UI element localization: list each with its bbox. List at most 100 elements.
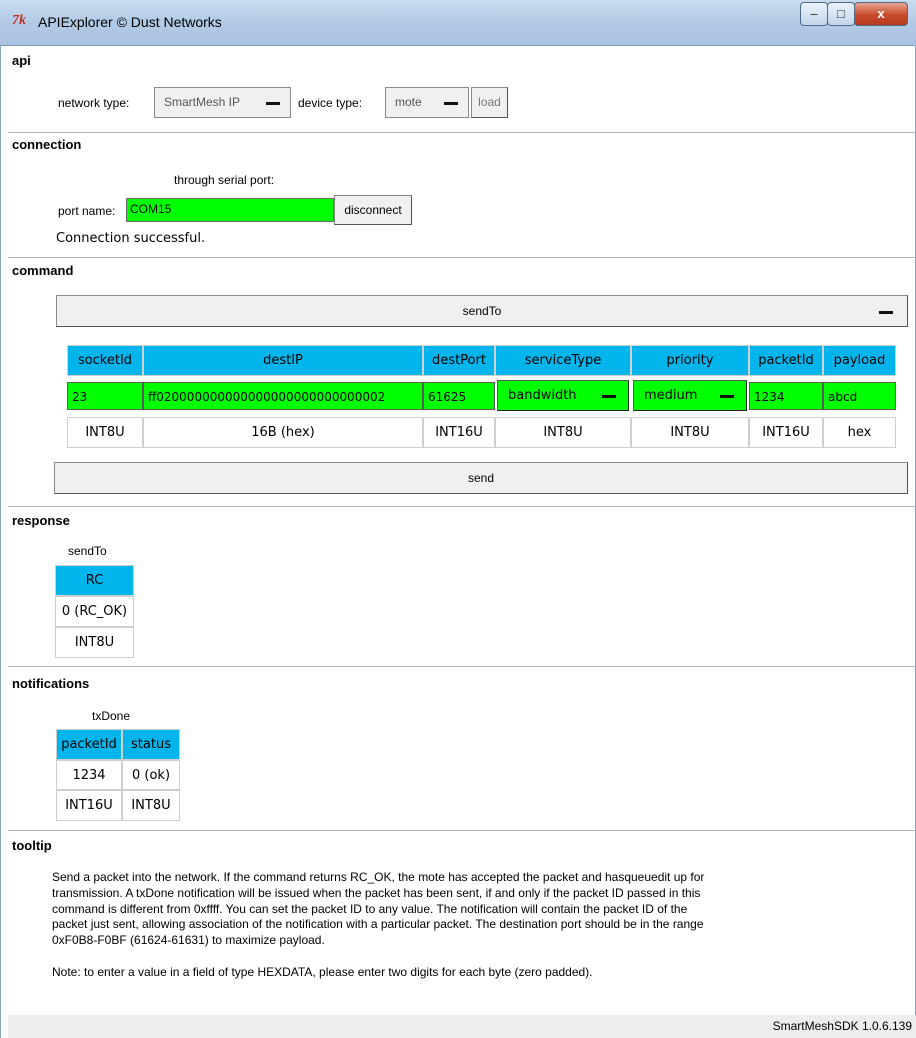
port-name-label: port name: <box>58 204 116 218</box>
network-type-value: SmartMesh IP <box>164 95 241 109</box>
load-button[interactable]: load <box>471 87 508 118</box>
minimize-icon: – <box>810 6 818 21</box>
command-heading: command <box>12 263 74 278</box>
field-type-payload-text: hex <box>847 425 872 440</box>
column-header-priority: priority <box>631 345 749 376</box>
response-type-RC: INT8U <box>55 627 134 658</box>
column-header-packetId: packetId <box>749 345 823 376</box>
field-type-serviceType-text: INT8U <box>543 425 583 440</box>
notification-type-packetId-text: INT16U <box>65 798 113 813</box>
socketId-input-text: 23 <box>72 390 88 404</box>
separator <box>8 257 916 258</box>
notification-value-status-text: 0 (ok) <box>131 768 171 783</box>
destIP-input[interactable]: ff020000000000000000000000000002 <box>143 382 423 410</box>
column-header-payload: payload <box>823 345 896 376</box>
response-value-RC-text: 0 (RC_OK) <box>61 604 128 619</box>
menu-indicator-icon <box>266 102 280 105</box>
network-type-menu[interactable]: SmartMesh IP <box>154 87 291 118</box>
maximize-icon: □ <box>837 6 845 21</box>
menu-indicator-icon <box>879 311 893 314</box>
serviceType-menu[interactable]: bandwidth <box>497 380 629 411</box>
port-name-input[interactable]: COM15 <box>126 198 334 222</box>
separator <box>8 132 916 133</box>
destIP-input-text: ff020000000000000000000000000002 <box>148 390 386 404</box>
column-header-priority-text: priority <box>666 353 714 368</box>
field-type-priority-text: INT8U <box>670 425 710 440</box>
tk-feather-icon: 7k <box>12 13 26 28</box>
tooltip-line: 0xF0B8-F0BF (61624-61631) to maximize pa… <box>52 933 325 948</box>
close-button[interactable]: x <box>854 2 908 26</box>
tooltip-line <box>52 949 897 965</box>
notification-type-packetId: INT16U <box>56 790 122 821</box>
column-header-serviceType: serviceType <box>495 345 631 376</box>
device-type-menu[interactable]: mote <box>385 87 469 118</box>
notification-value-packetId-text: 1234 <box>72 768 106 783</box>
connection-heading: connection <box>12 137 82 152</box>
field-type-destIP-text: 16B (hex) <box>251 425 315 440</box>
status-bar: SmartMeshSDK 1.0.6.139 <box>8 1015 916 1038</box>
packetId-input[interactable]: 1234 <box>749 382 823 410</box>
window-title: APIExplorer © Dust Networks <box>38 14 222 30</box>
destPort-input-text: 61625 <box>428 390 467 404</box>
notification-header-status: status <box>122 729 180 760</box>
device-type-value: mote <box>395 95 422 109</box>
menu-indicator-icon <box>602 395 616 398</box>
tooltip-line: Note: to enter a value in a field of typ… <box>52 964 593 979</box>
tooltip-line: Send a packet into the network. If the c… <box>52 870 705 884</box>
field-type-serviceType: INT8U <box>495 417 631 448</box>
notification-name: txDone <box>92 709 131 723</box>
payload-input[interactable]: abcd <box>823 382 896 410</box>
column-header-socketId-text: socketId <box>77 353 133 368</box>
field-type-packetId-text: INT16U <box>762 425 810 440</box>
column-header-serviceType-text: serviceType <box>524 353 602 368</box>
priority-menu[interactable]: medium <box>633 380 747 411</box>
tooltip-line: packet just sent, allowing association o… <box>52 917 704 932</box>
close-icon: x <box>877 6 885 21</box>
notification-header-status-text: status <box>131 737 171 752</box>
notification-header-packetId: packetId <box>56 729 122 760</box>
minimize-button[interactable]: – <box>800 2 828 26</box>
serial-port-subheading: through serial port: <box>174 173 275 187</box>
socketId-input[interactable]: 23 <box>67 382 143 410</box>
column-header-destIP-text: destIP <box>263 353 303 368</box>
notification-header-packetId-text: packetId <box>61 737 117 752</box>
notification-type-status: INT8U <box>122 790 180 821</box>
payload-input-text: abcd <box>828 390 858 404</box>
menu-indicator-icon <box>444 102 458 105</box>
disconnect-button[interactable]: disconnect <box>334 195 412 225</box>
connection-status: Connection successful. <box>56 231 206 246</box>
separator <box>8 666 916 667</box>
field-type-destPort: INT16U <box>423 417 495 448</box>
separator <box>8 506 916 507</box>
notifications-heading: notifications <box>12 676 90 691</box>
tooltip-line: transmission. A txDone notification will… <box>52 885 701 900</box>
menu-indicator-icon <box>720 395 734 398</box>
column-header-packetId-text: packetId <box>758 353 814 368</box>
column-header-destIP: destIP <box>143 345 423 376</box>
send-button[interactable]: send <box>54 462 908 494</box>
field-type-socketId: INT8U <box>67 417 143 448</box>
serviceType-menu-text: bandwidth <box>508 388 577 403</box>
tooltip-heading: tooltip <box>12 838 52 853</box>
maximize-button[interactable]: □ <box>827 2 855 26</box>
tooltip-text: Send a packet into the network. If the c… <box>52 870 897 981</box>
command-select-value: sendTo <box>462 304 502 318</box>
network-type-label: network type: <box>58 96 130 110</box>
separator <box>8 830 916 831</box>
response-value-RC: 0 (RC_OK) <box>55 596 134 627</box>
field-type-socketId-text: INT8U <box>85 425 125 440</box>
response-header-RC: RC <box>55 565 134 596</box>
tooltip-line: command is different from 0xffff. You ca… <box>52 901 688 916</box>
field-type-destIP: 16B (hex) <box>143 417 423 448</box>
packetId-input-text: 1234 <box>754 390 785 404</box>
column-header-socketId: socketId <box>67 345 143 376</box>
column-header-payload-text: payload <box>833 353 886 368</box>
api-heading: api <box>12 53 31 68</box>
title-bar: 7k APIExplorer © Dust Networks – □ x <box>0 0 916 46</box>
response-type-RC-text: INT8U <box>74 635 115 650</box>
field-type-payload: hex <box>823 417 896 448</box>
command-select-menu[interactable]: sendTo <box>56 295 908 327</box>
response-name: sendTo <box>68 544 107 558</box>
notification-type-status-text: INT8U <box>131 798 171 813</box>
destPort-input[interactable]: 61625 <box>423 382 495 410</box>
